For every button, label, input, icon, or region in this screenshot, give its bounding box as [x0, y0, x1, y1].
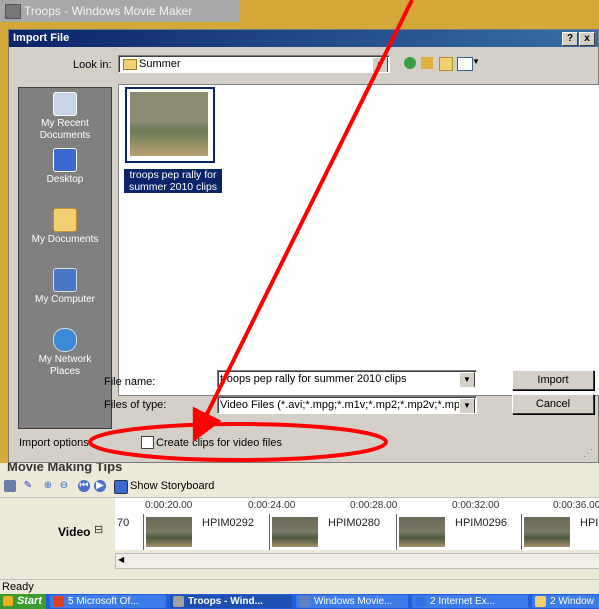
red-arrow	[192, 0, 414, 443]
red-highlight-ellipse	[88, 422, 388, 462]
annotation-overlay	[88, 0, 414, 462]
